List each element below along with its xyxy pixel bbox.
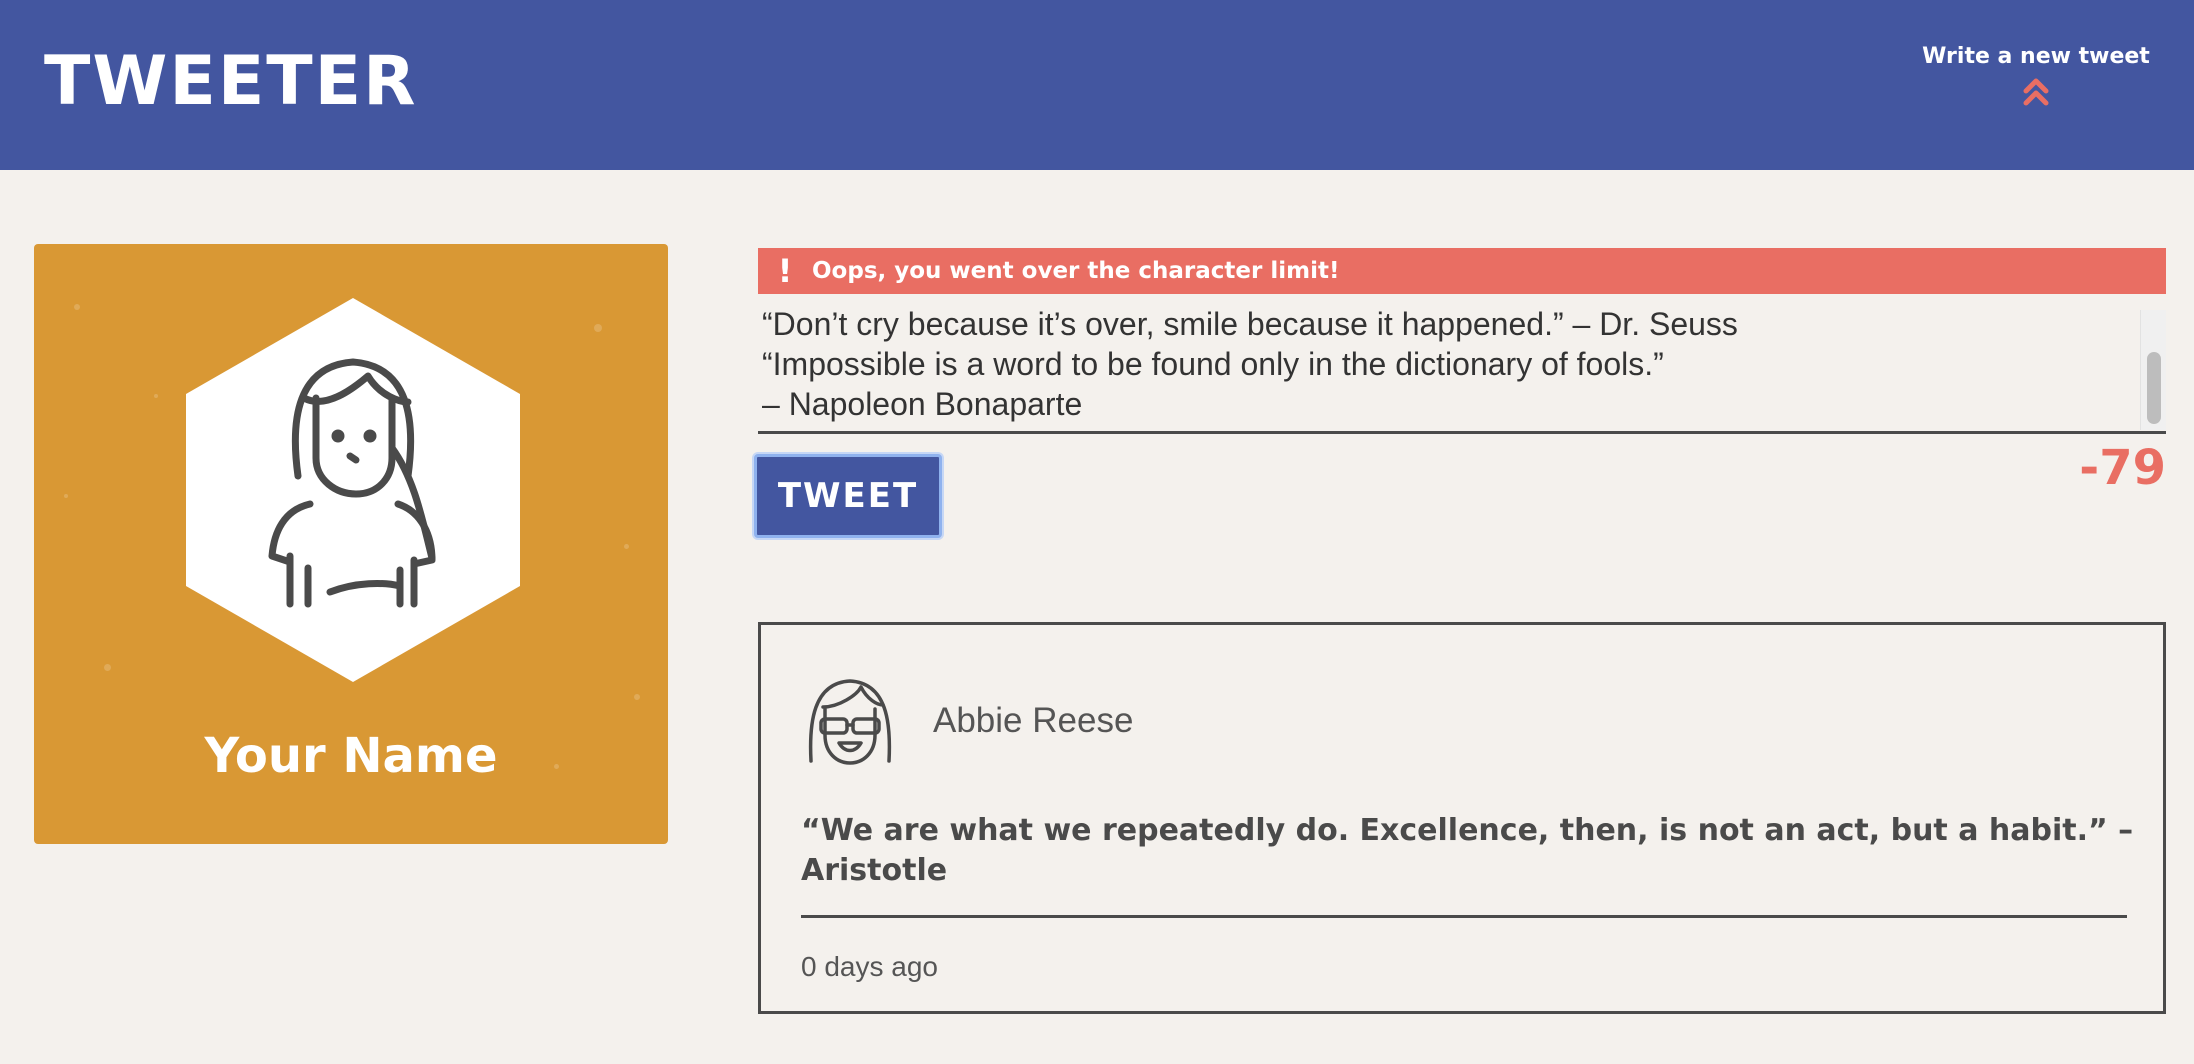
woman-avatar-icon	[186, 298, 520, 682]
top-nav: TWEETER Write a new tweet	[0, 0, 2194, 170]
double-chevron-up-icon[interactable]	[2023, 77, 2049, 107]
error-message: Oops, you went over the character limit!	[812, 258, 1340, 284]
profile-name: Your Name	[204, 728, 498, 784]
tweet-content: “We are what we repeatedly do. Excellenc…	[801, 813, 2134, 888]
tweet-author[interactable]: Abbie Reese	[933, 701, 1133, 741]
textarea-scrollbar[interactable]	[2140, 310, 2166, 430]
write-new-tweet-label[interactable]: Write a new tweet	[1916, 44, 2156, 69]
tweet-divider	[801, 915, 2127, 918]
girl-with-sunglasses-avatar-icon	[808, 679, 892, 765]
profile-card: Your Name	[34, 244, 668, 844]
character-limit-error: ! Oops, you went over the character limi…	[758, 248, 2166, 294]
tweet-timestamp: 0 days ago	[801, 951, 938, 982]
write-new-tweet-toggle[interactable]: Write a new tweet	[1916, 44, 2156, 107]
brand-logo[interactable]: TWEETER	[44, 42, 418, 121]
tweet-composer: “Don’t cry because it’s over, smile beca…	[758, 304, 2166, 434]
character-counter: -79	[2079, 440, 2166, 496]
tweet-text-input[interactable]: “Don’t cry because it’s over, smile beca…	[758, 304, 2138, 431]
tweet-submit-button[interactable]: TWEET	[754, 454, 942, 538]
exclamation-icon: !	[777, 252, 793, 290]
scrollbar-thumb[interactable]	[2147, 352, 2161, 424]
tweet-card: Abbie Reese “We are what we repeatedly d…	[758, 622, 2166, 1014]
